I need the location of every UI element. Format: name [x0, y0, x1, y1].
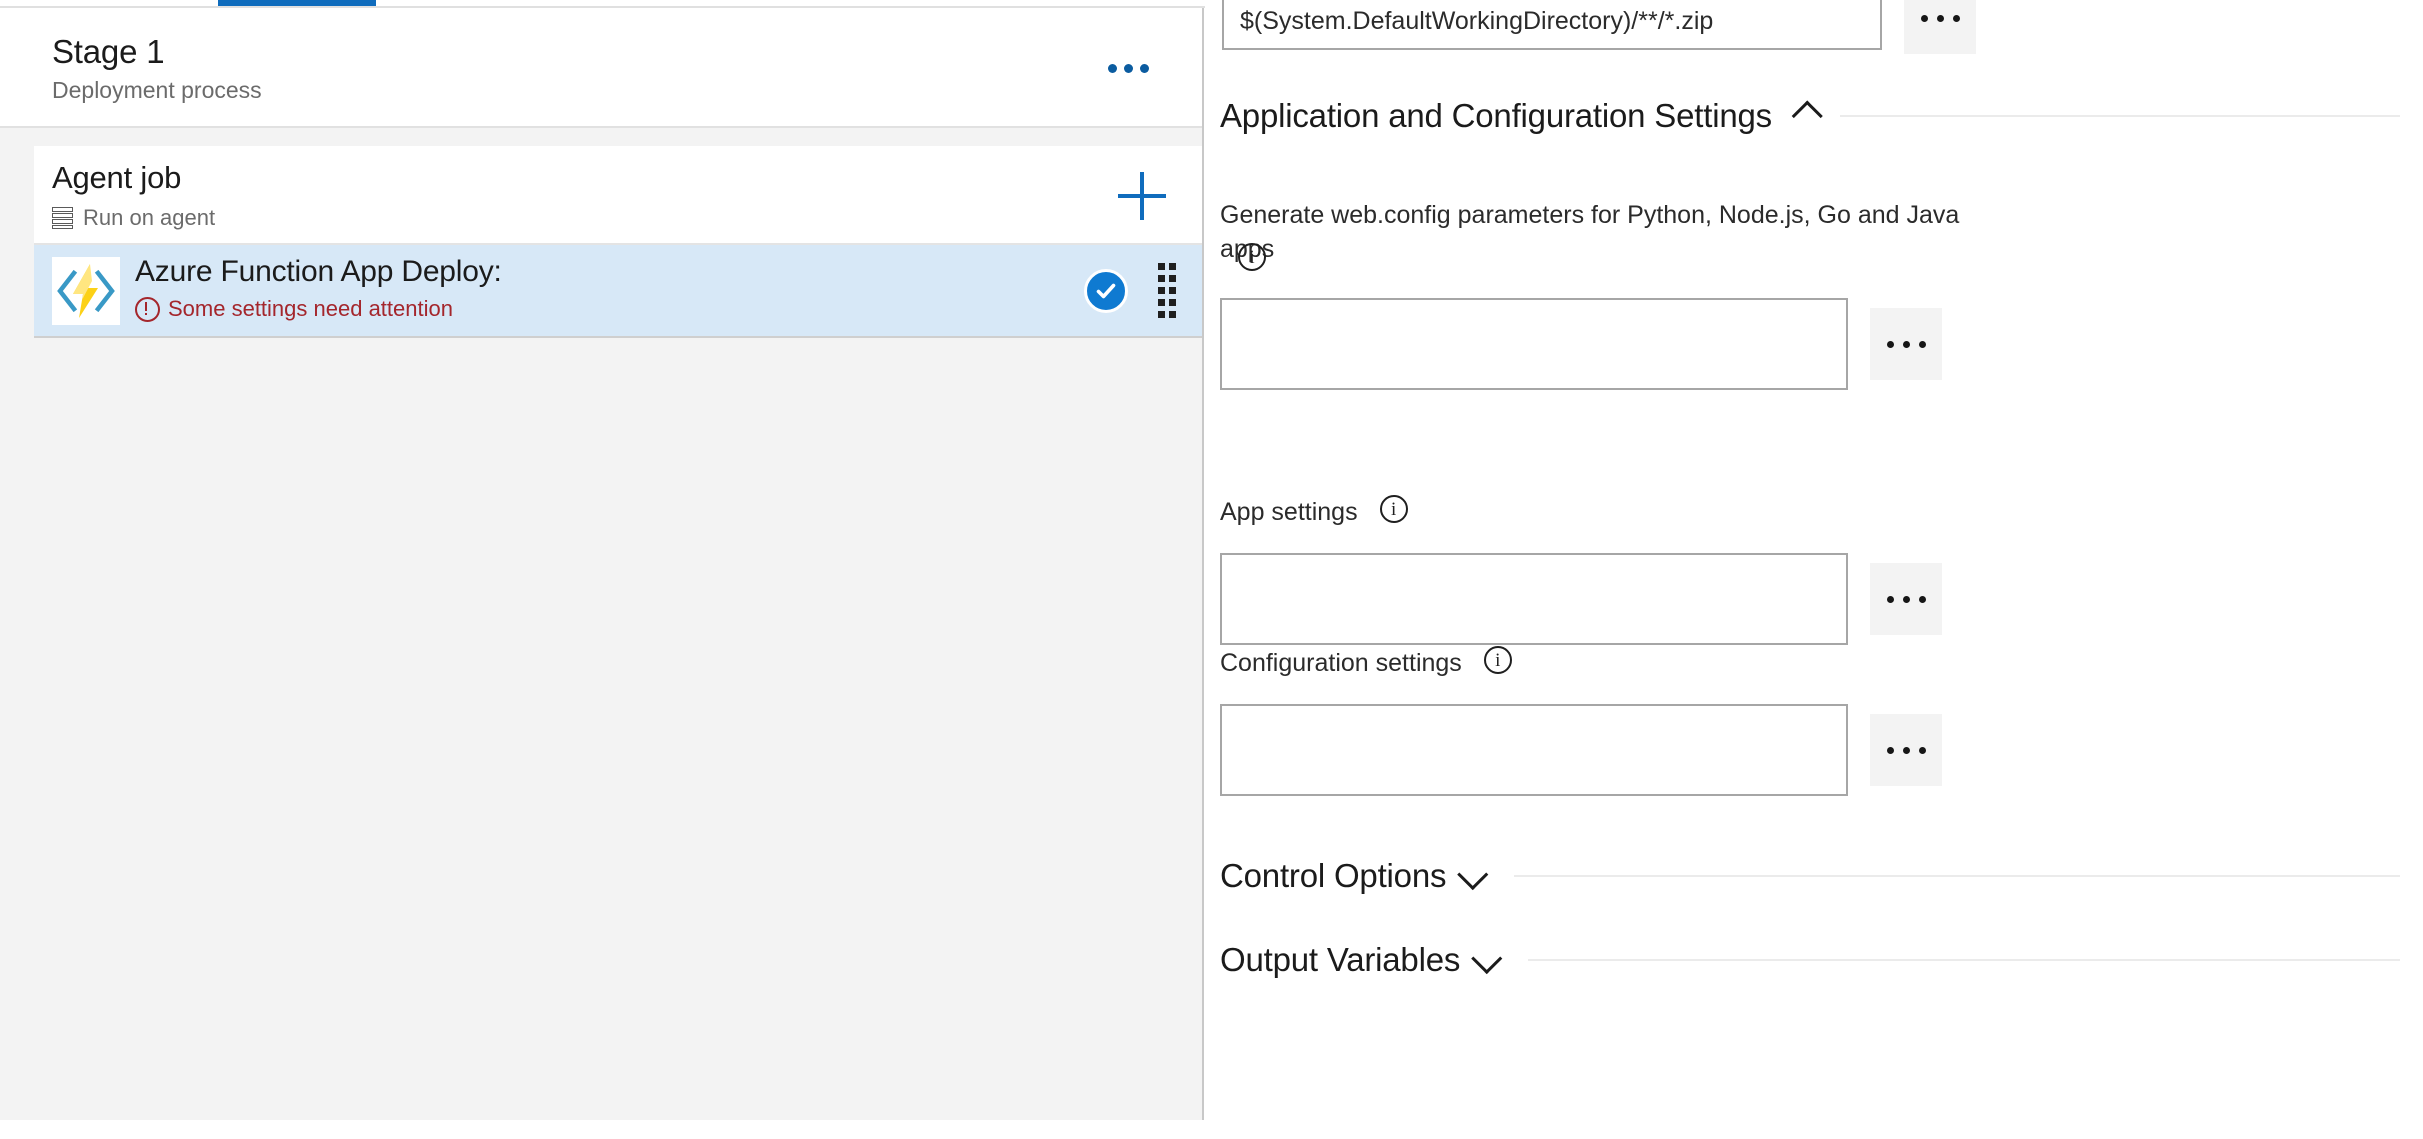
- stage-subtitle: Deployment process: [52, 77, 262, 103]
- stage-header: Stage 1 Deployment process: [0, 8, 1202, 128]
- info-icon-generate-webconfig[interactable]: i: [1238, 243, 1266, 271]
- section-divider: [1514, 875, 2400, 877]
- field-label-configuration-settings: Configuration settings i: [1220, 646, 1512, 680]
- field-label-text: App settings: [1220, 498, 1358, 526]
- ellipsis-dot: [1123, 63, 1133, 73]
- info-icon-app-settings[interactable]: i: [1379, 495, 1408, 523]
- agent-job-subtitle: Run on agent: [52, 204, 215, 232]
- pipeline-tree-panel: Stage 1 Deployment process Agent job Run…: [0, 8, 1204, 1120]
- generate-webconfig-browse-button[interactable]: [1870, 308, 1942, 380]
- field-label-app-settings: App settings i: [1220, 495, 1408, 529]
- server-icon: [52, 207, 73, 229]
- field-label-text: Configuration settings: [1220, 649, 1462, 677]
- task-title: Azure Function App Deploy:: [135, 255, 502, 288]
- section-divider: [1839, 115, 2400, 117]
- stage-more-options-button[interactable]: [1100, 46, 1156, 90]
- app-root: Stage 1 Deployment process Agent job Run…: [0, 0, 2423, 1139]
- app-settings-browse-button[interactable]: [1870, 563, 1942, 635]
- tab-active-indicator[interactable]: [218, 0, 376, 6]
- info-icon-configuration-settings[interactable]: i: [1483, 646, 1512, 674]
- configuration-settings-browse-button[interactable]: [1870, 714, 1942, 786]
- app-settings-input[interactable]: [1220, 553, 1848, 645]
- stage-title: Stage 1: [52, 33, 165, 70]
- ellipsis-dot: [1107, 63, 1117, 73]
- task-row-azure-function-app-deploy[interactable]: Azure Function App Deploy: Some settings…: [34, 245, 1202, 338]
- section-header-application-and-configuration-settings[interactable]: Application and Configuration Settings: [1220, 96, 2400, 136]
- agent-job-name: Agent job: [52, 160, 182, 195]
- chevron-down-icon[interactable]: [1457, 859, 1489, 891]
- field-label-generate-webconfig: Generate web.config parameters for Pytho…: [1220, 198, 2020, 266]
- section-divider: [1528, 959, 2400, 961]
- tab-strip: [0, 0, 1205, 8]
- agent-job-sub-label: Run on agent: [83, 205, 216, 230]
- section-title: Control Options: [1220, 857, 1447, 894]
- section-title: Output Variables: [1220, 941, 1461, 978]
- package-path-input[interactable]: [1222, 0, 1882, 50]
- generate-webconfig-parameters-input[interactable]: [1220, 298, 1848, 390]
- package-path-browse-button[interactable]: [1904, 0, 1976, 54]
- chevron-up-icon[interactable]: [1791, 100, 1823, 132]
- add-task-button[interactable]: [1118, 172, 1166, 220]
- configuration-settings-input[interactable]: [1220, 704, 1848, 796]
- azure-function-icon: [52, 257, 120, 325]
- agent-job-card: Agent job Run on agent Azure Function Ap…: [34, 146, 1202, 338]
- section-header-output-variables[interactable]: Output Variables: [1220, 940, 2400, 980]
- section-title: Application and Configuration Settings: [1220, 97, 1772, 134]
- task-enabled-checkmark-icon[interactable]: [1084, 269, 1128, 313]
- task-status-message: Some settings need attention: [135, 295, 453, 323]
- task-drag-handle-icon[interactable]: [1158, 263, 1176, 321]
- agent-job-row[interactable]: Agent job Run on agent: [34, 146, 1202, 245]
- ellipsis-dot: [1139, 63, 1149, 73]
- warning-icon: [135, 296, 160, 322]
- task-status-text: Some settings need attention: [168, 296, 453, 321]
- chevron-down-icon[interactable]: [1471, 943, 1503, 975]
- task-settings-panel: Application and Configuration Settings G…: [1206, 0, 2423, 1139]
- field-label-text: Generate web.config parameters for Pytho…: [1220, 201, 1960, 263]
- section-header-control-options[interactable]: Control Options: [1220, 856, 2400, 896]
